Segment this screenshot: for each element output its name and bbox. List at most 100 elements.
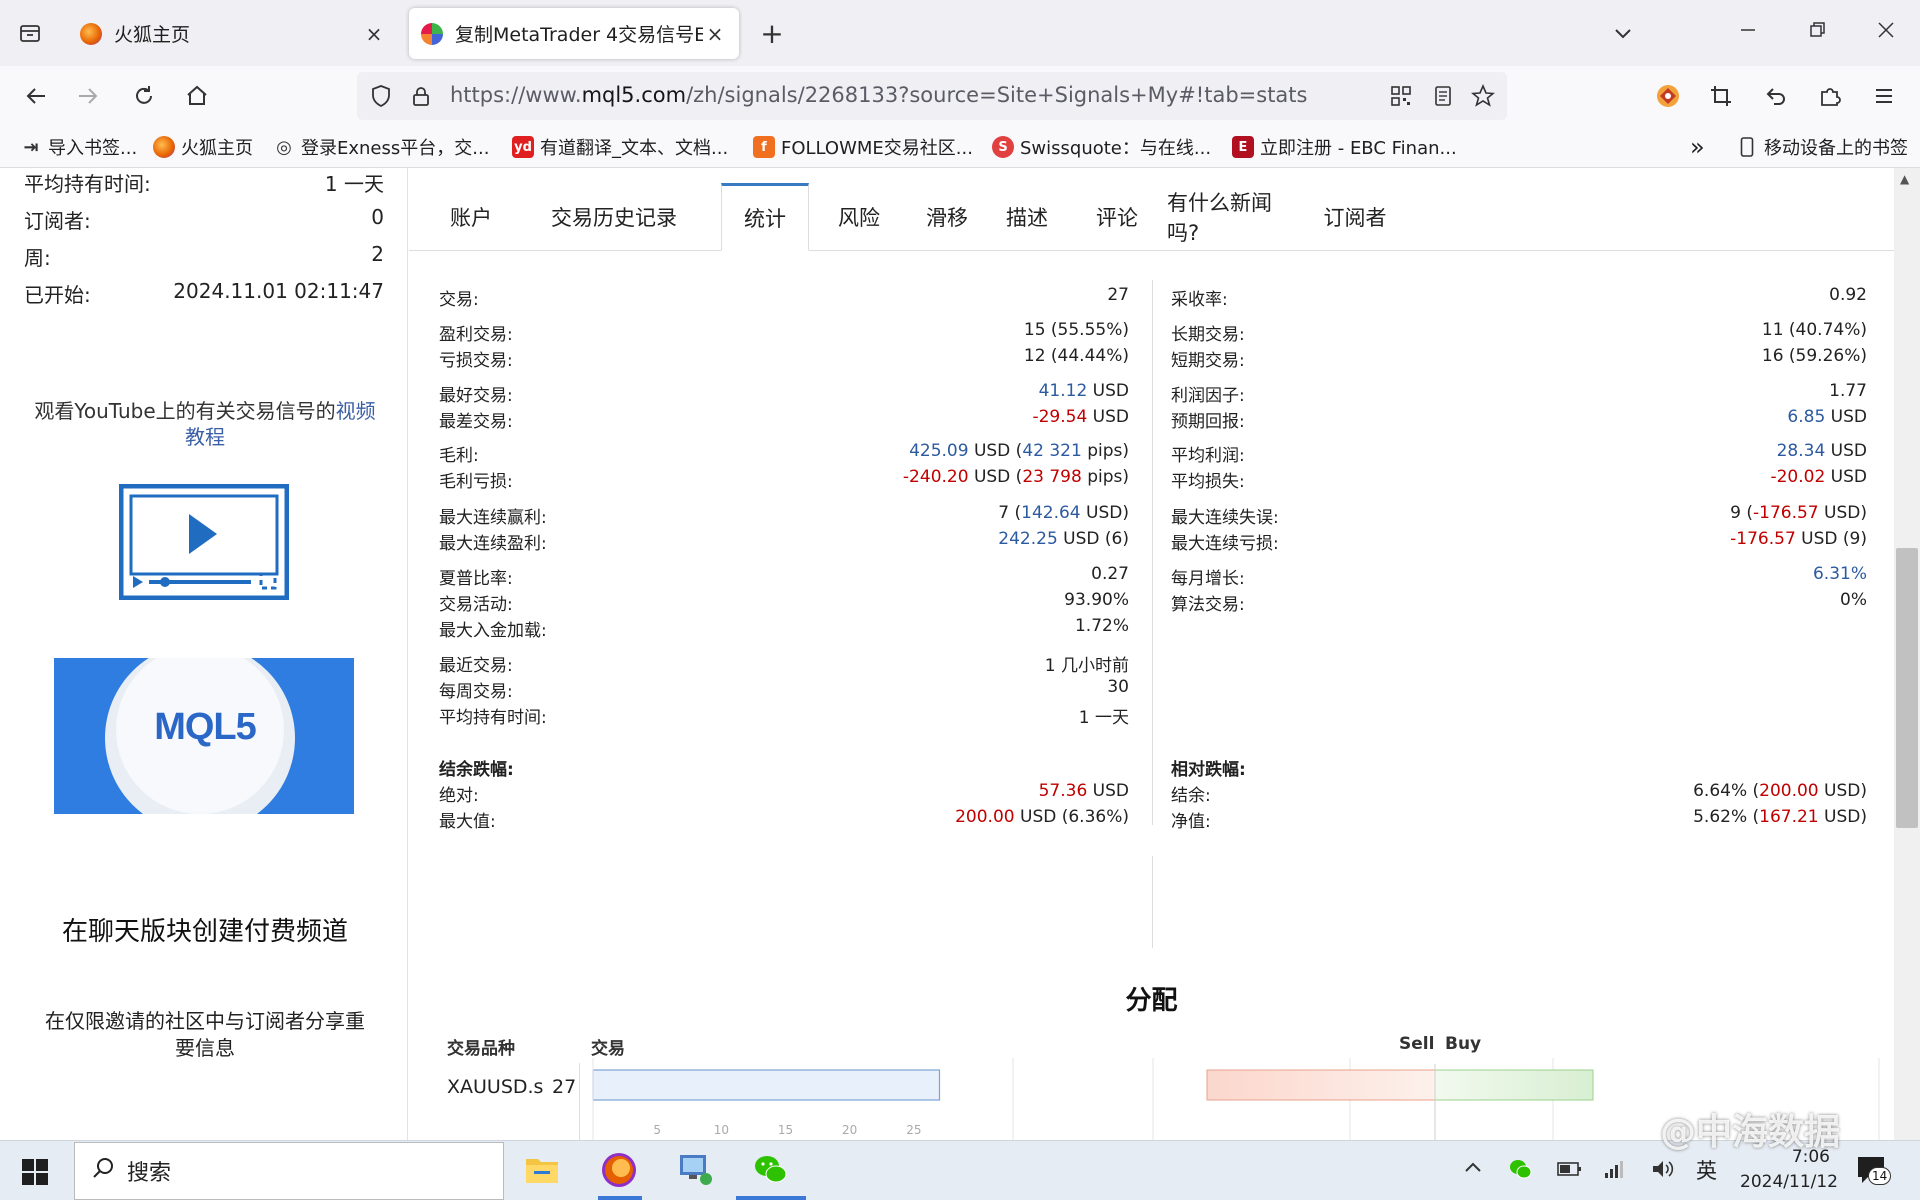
bookmark-youdao[interactable]: yd 有道翻译_文本、文档... [512, 134, 728, 160]
close-tab-icon[interactable]: × [703, 22, 727, 46]
stat-value: 12 (44.44%) [1024, 346, 1129, 366]
close-window-icon[interactable] [1866, 14, 1906, 50]
forward-icon[interactable] [70, 78, 106, 114]
bookmark-ebc[interactable]: E 立即注册 - EBC Finan... [1232, 134, 1457, 160]
stat-label: 交易活动: [439, 595, 513, 615]
stat-value-part: 30 [1107, 677, 1129, 697]
page-tab-3[interactable]: 风险 [821, 183, 897, 251]
restore-icon[interactable] [1797, 14, 1837, 50]
home-icon[interactable] [179, 78, 215, 114]
stat-label: 夏普比率: [439, 569, 513, 589]
mobile-bookmarks[interactable]: 移动设备上的书签 [1736, 134, 1908, 160]
distribution-count: 27 [552, 1076, 577, 1098]
page-tab-4[interactable]: 滑移 [909, 183, 985, 251]
stat-value-part: 93.90% [1064, 590, 1129, 610]
scroll-up-icon[interactable]: ▲ [1900, 172, 1909, 186]
lock-icon[interactable] [407, 82, 435, 110]
bookmark-label: Swissquote：与在线... [1020, 138, 1212, 159]
stat-value-part: 41.12 [1038, 381, 1088, 401]
menu-hamburger-icon[interactable] [1866, 78, 1902, 114]
address-bar[interactable]: https://www.mql5.com/zh/signals/2268133?… [357, 72, 1507, 120]
search-icon [91, 1156, 115, 1186]
trades-axis-tick: 5 [653, 1123, 661, 1137]
reload-icon[interactable] [126, 78, 162, 114]
wechat-icon[interactable] [752, 1151, 790, 1193]
chevron-down-icon[interactable] [1603, 13, 1643, 53]
bookmark-label: 移动设备上的书签 [1764, 138, 1908, 159]
stat-label: 算法交易: [1171, 595, 1245, 615]
tracking-shield-icon[interactable] [367, 82, 395, 110]
reader-view-icon[interactable] [1429, 82, 1457, 110]
close-tab-icon[interactable]: × [362, 22, 386, 46]
search-placeholder: 搜索 [127, 1161, 172, 1186]
stat-row: 最好交易: 41.12 USD [439, 381, 1129, 407]
windows-start-icon[interactable] [22, 1159, 48, 1189]
scroll-thumb[interactable] [1896, 548, 1918, 828]
tab-firefox-home[interactable]: 火狐主页 × [68, 8, 398, 59]
tab-mql5-signal[interactable]: 复制MetaTrader 4交易信号EBC × [409, 8, 739, 59]
stat-value-part: USD ( [968, 441, 1023, 461]
stat-value-part: USD (6) [1057, 529, 1129, 549]
new-tab-button[interactable]: + [752, 13, 792, 53]
tray-overflow-icon[interactable] [1462, 1157, 1484, 1184]
file-explorer-icon[interactable] [524, 1153, 560, 1189]
stat-value-part: 16 (59.26%) [1761, 346, 1867, 366]
sidebar-stat-row: 平均持有时间: 1 一天 [24, 168, 384, 198]
signal-sidebar: 平均持有时间: 1 一天 订阅者: 0 周: 2 已开始: 2024.11.01… [0, 168, 408, 1140]
bookmark-firefox-home[interactable]: 火狐主页 [153, 134, 253, 160]
qr-code-icon[interactable] [1387, 82, 1415, 110]
tab-title: 复制MetaTrader 4交易信号EBC [455, 24, 703, 46]
stat-label: 最大值: [439, 812, 496, 832]
stat-label: 最近交易: [439, 656, 513, 676]
crop-screenshot-icon[interactable] [1703, 78, 1739, 114]
stat-value: 57.36 USD [1039, 781, 1129, 801]
taskbar-search-box[interactable]: 搜索 [74, 1142, 504, 1200]
youtube-tutorial-text: 观看YouTube上的有关交易信号的视频教程 [30, 398, 380, 450]
stat-label: 最好交易: [439, 386, 513, 406]
firefox-taskbar-icon[interactable] [600, 1151, 638, 1193]
page-tab-7[interactable]: 有什么新闻吗? [1167, 183, 1291, 251]
stat-value: 6.85 USD [1787, 407, 1867, 427]
battery-icon[interactable] [1556, 1159, 1584, 1183]
bookmark-swissquote[interactable]: S Swissquote：与在线... [992, 134, 1211, 160]
page-scrollbar[interactable]: ▲ [1894, 168, 1920, 1140]
page-tab-0[interactable]: 账户 [429, 183, 513, 251]
extension-fox-icon[interactable] [1650, 78, 1686, 114]
tab-list-icon[interactable] [10, 13, 50, 53]
page-tab-5[interactable]: 描述 [989, 183, 1065, 251]
wechat-tray-icon[interactable] [1508, 1157, 1532, 1185]
bookmark-exness[interactable]: ◎ 登录Exness平台，交... [273, 134, 489, 160]
youdao-icon: yd [512, 136, 534, 158]
back-icon[interactable] [18, 78, 54, 114]
ime-indicator[interactable]: 英 [1696, 1155, 1717, 1185]
volume-icon[interactable] [1650, 1157, 1676, 1185]
bookmark-followme[interactable]: f FOLLOWME交易社区... [753, 134, 973, 160]
clock-date[interactable]: 2024/11/12 [1722, 1172, 1838, 1192]
stat-label: 平均利润: [1171, 446, 1245, 466]
url-text[interactable]: https://www.mql5.com/zh/signals/2268133?… [450, 83, 1307, 107]
stat-value: 1 一天 [1079, 703, 1129, 728]
remote-desktop-icon[interactable] [676, 1151, 714, 1193]
page-tab-8[interactable]: 订阅者 [1309, 183, 1401, 251]
stat-label: 平均持有时间: [24, 172, 151, 196]
stat-value-part: USD) [1080, 503, 1129, 523]
video-tutorial-icon[interactable] [118, 483, 290, 601]
stat-value-part: -20.02 [1770, 467, 1826, 487]
bookmarks-overflow-icon[interactable]: » [1690, 133, 1705, 161]
globe-icon: ◎ [276, 136, 292, 158]
page-tab-1[interactable]: 交易历史记录 [521, 183, 707, 251]
stat-value: 0.27 [1091, 564, 1129, 584]
page-tab-6[interactable]: 评论 [1079, 183, 1155, 251]
mql5-banner[interactable]: MQL5 [54, 658, 354, 814]
notification-center-icon[interactable]: 14 [1856, 1155, 1892, 1187]
stat-value: 6.64% (200.00 USD) [1693, 781, 1867, 801]
bookmark-star-icon[interactable] [1469, 82, 1497, 110]
bookmark-import[interactable]: ⇥ 导入书签... [20, 134, 137, 160]
minimize-icon[interactable] [1728, 14, 1768, 50]
page-tab-2[interactable]: 统计 [721, 183, 809, 251]
stat-value-part: USD [1825, 407, 1867, 427]
extensions-puzzle-icon[interactable] [1812, 78, 1848, 114]
stat-row: 算法交易: 0% [1171, 590, 1867, 616]
undo-icon[interactable] [1758, 78, 1794, 114]
network-icon[interactable] [1602, 1157, 1626, 1185]
